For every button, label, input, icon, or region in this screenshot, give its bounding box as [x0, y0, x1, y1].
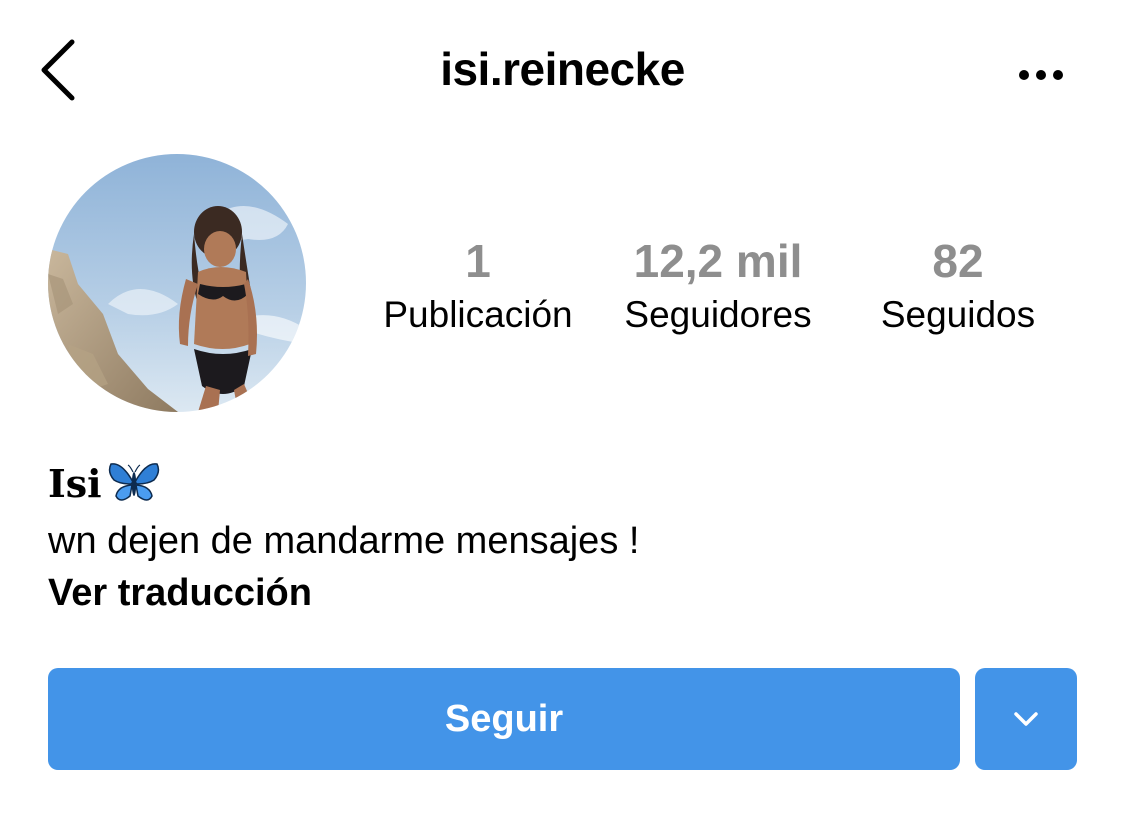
profile-username: isi.reinecke — [440, 43, 685, 95]
chevron-down-icon — [1014, 712, 1038, 726]
followers-label: Seguidores — [624, 294, 812, 335]
butterfly-icon — [108, 463, 159, 501]
display-name-row: Isi — [48, 455, 1078, 511]
profile-bio: Isi wn dejen de mandarme mensajes ! Ver … — [48, 455, 1078, 619]
bio-text: wn dejen de mandarme mensajes ! — [48, 520, 640, 562]
suggested-accounts-button[interactable] — [975, 668, 1077, 770]
posts-count: 1 — [465, 235, 491, 287]
display-name: Isi — [48, 460, 102, 506]
posts-count-stat[interactable]: 1 Publicación — [356, 232, 600, 340]
more-horizontal-icon — [1019, 70, 1063, 80]
following-count: 82 — [932, 235, 984, 287]
more-options-button[interactable] — [1010, 55, 1074, 95]
posts-label: Publicación — [383, 294, 573, 335]
followers-count: 12,2 mil — [633, 235, 803, 287]
see-translation-link[interactable]: Ver traducción — [48, 567, 1078, 619]
following-count-stat[interactable]: 82 Seguidos — [838, 232, 1078, 340]
following-label: Seguidos — [880, 294, 1036, 335]
profile-stats: 1 Publicación 12,2 mil Seguidores 82 Seg… — [0, 232, 1125, 352]
follow-button[interactable]: Seguir — [48, 668, 960, 770]
profile-header: isi.reinecke — [0, 0, 1125, 150]
followers-count-stat[interactable]: 12,2 mil Seguidores — [596, 232, 840, 340]
